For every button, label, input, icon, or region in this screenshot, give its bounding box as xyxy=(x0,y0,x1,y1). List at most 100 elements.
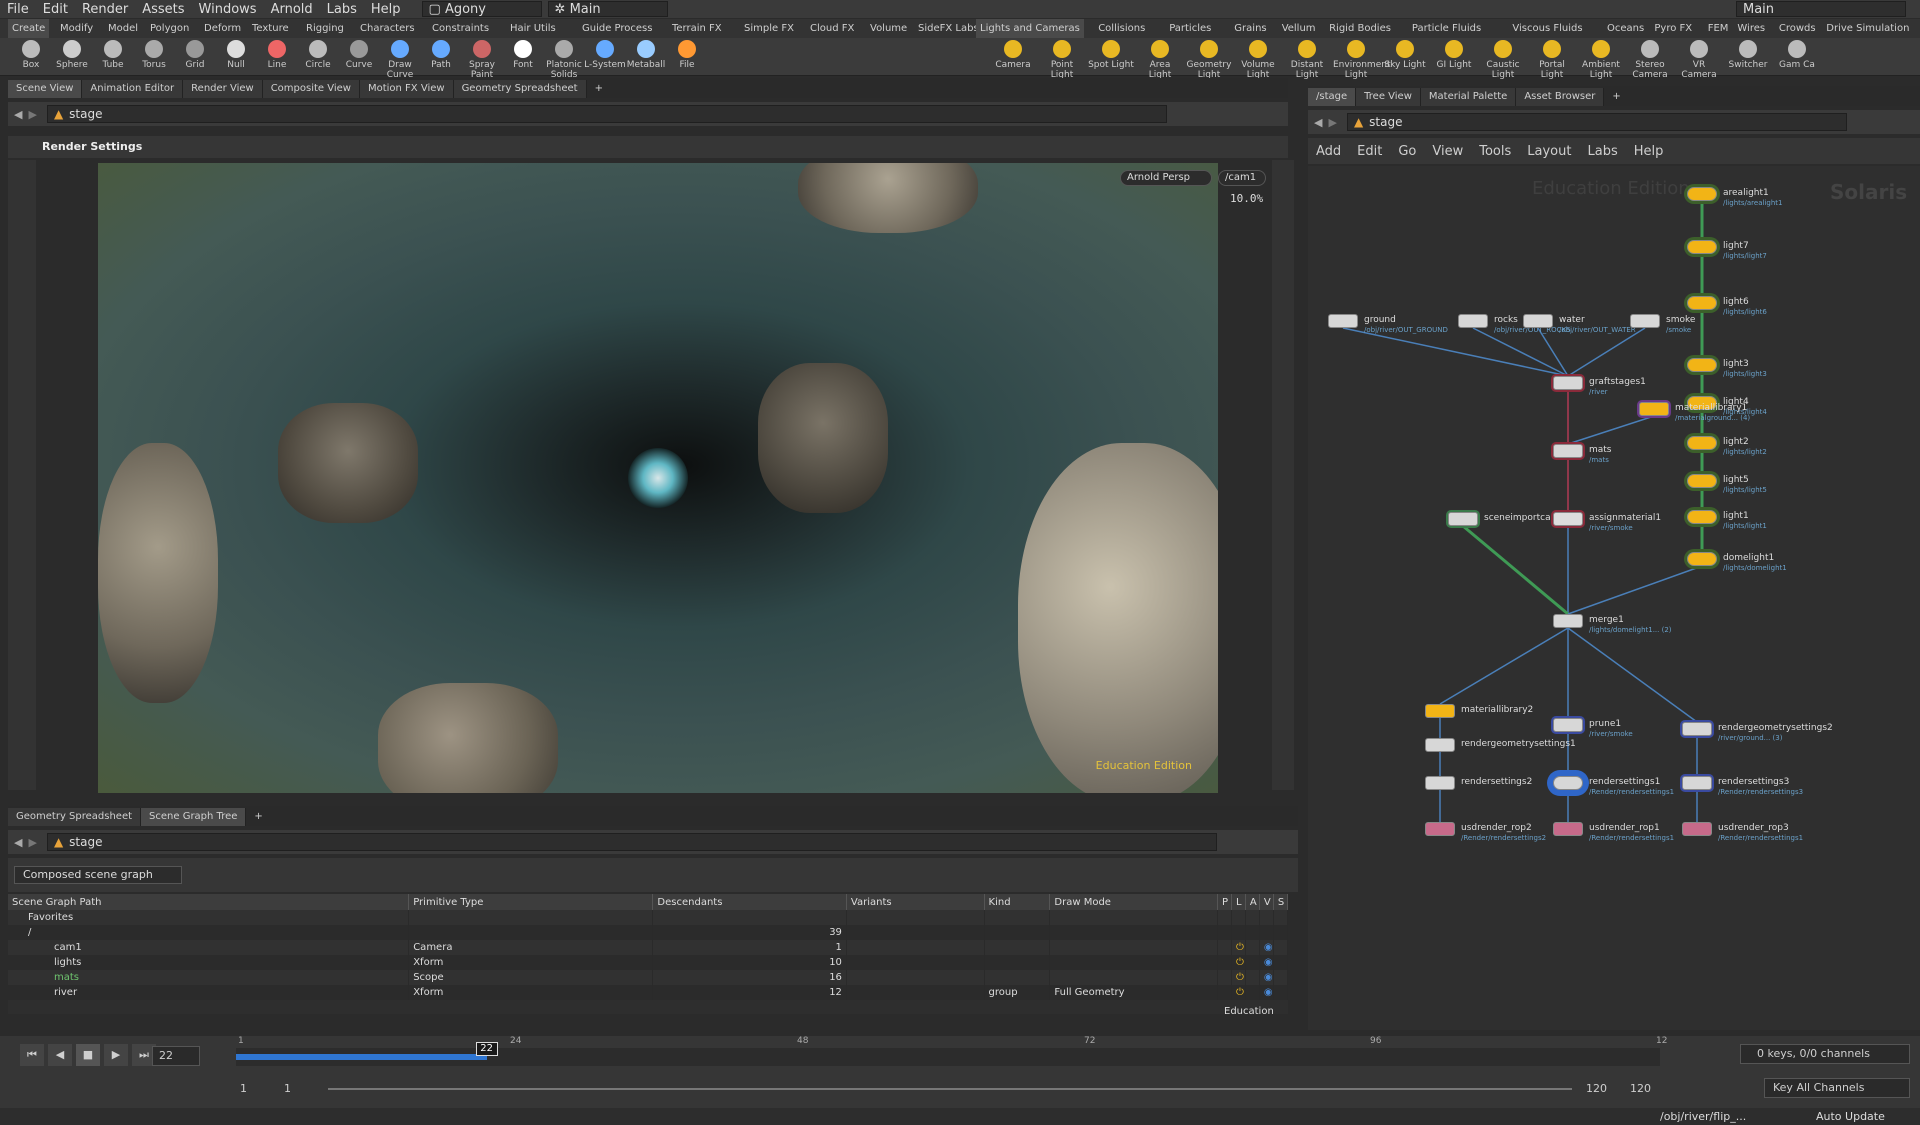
play-reverse-icon[interactable]: ◀ xyxy=(48,1044,72,1066)
node-light7[interactable] xyxy=(1687,240,1717,254)
stop-icon[interactable]: ■ xyxy=(76,1044,100,1066)
node-graftstages1[interactable] xyxy=(1553,376,1583,390)
renderer-select[interactable]: Arnold Persp xyxy=(1120,170,1212,186)
shelf-tool[interactable]: Box xyxy=(8,40,54,70)
node-rocks[interactable] xyxy=(1458,314,1488,328)
shelf-tab[interactable]: Polygon xyxy=(146,19,193,38)
col-draw-mode[interactable]: Draw Mode xyxy=(1049,894,1218,910)
toggle-cell[interactable] xyxy=(1259,910,1274,925)
node-assignmaterial1[interactable] xyxy=(1553,512,1583,526)
node-ground[interactable] xyxy=(1328,314,1358,328)
shelf-tab[interactable]: SideFX Labs xyxy=(914,19,983,38)
shelf-tool[interactable]: Camera xyxy=(990,40,1036,70)
network-editor[interactable]: Education Edition Solaris arealight1/lig… xyxy=(1308,166,1920,1030)
net-menu-help[interactable]: Help xyxy=(1626,144,1672,159)
shelf-tool[interactable]: Volume Light xyxy=(1235,40,1281,80)
shelf-tab[interactable]: Volume xyxy=(866,19,911,38)
menu-help[interactable]: Help xyxy=(364,2,408,17)
table-row[interactable]: / 39 xyxy=(8,925,1288,940)
shelf-tab[interactable]: Modify xyxy=(56,19,97,38)
path-field[interactable]: ▲ stage xyxy=(1346,113,1847,131)
node-sceneimportcameras1[interactable] xyxy=(1448,512,1478,526)
shelf-tool[interactable]: Null xyxy=(213,40,259,70)
node-rendergeometrysettings1[interactable] xyxy=(1425,738,1455,752)
shelf-tab[interactable]: Pyro FX xyxy=(1650,19,1696,38)
current-frame-field[interactable]: 22 xyxy=(152,1046,200,1066)
tab-geometry-spreadsheet[interactable]: Geometry Spreadsheet xyxy=(453,80,587,98)
shelf-tool[interactable]: File xyxy=(664,40,710,70)
shelf-tool[interactable]: Grid xyxy=(172,40,218,70)
range-end-2[interactable]: 120 xyxy=(1630,1082,1651,1095)
shelf-tool[interactable]: L-System xyxy=(582,40,628,70)
range-slider[interactable] xyxy=(328,1088,1572,1090)
shelf-tool[interactable]: Portal Light xyxy=(1529,40,1575,80)
range-end[interactable]: 120 xyxy=(1586,1082,1607,1095)
table-row[interactable]: lights Xform 10 ⏻ ◉ xyxy=(8,955,1288,970)
shelf-tool[interactable]: Circle xyxy=(295,40,341,70)
toggle-cell[interactable] xyxy=(1273,985,1288,1000)
keys-channels-field[interactable]: 0 keys, 0/0 channels xyxy=(1740,1044,1910,1064)
back-arrow-icon[interactable]: ◀ xyxy=(1314,116,1322,129)
shelf-tool[interactable]: VR Camera xyxy=(1676,40,1722,80)
shelf-tab[interactable]: Rigging xyxy=(302,19,348,38)
play-icon[interactable]: ▶ xyxy=(104,1044,128,1066)
menu-render[interactable]: Render xyxy=(75,2,135,17)
toggle-cell[interactable] xyxy=(1217,955,1232,970)
shelf-tool[interactable]: Area Light xyxy=(1137,40,1183,80)
node-domelight1[interactable] xyxy=(1687,552,1717,566)
shelf-tool[interactable]: Line xyxy=(254,40,300,70)
shelf-tab[interactable]: Model xyxy=(104,19,142,38)
shelf-tool[interactable]: Gam Ca xyxy=(1774,40,1820,70)
shelf-tab[interactable]: Texture xyxy=(248,19,293,38)
jump-start-icon[interactable]: ⏮ xyxy=(20,1044,44,1066)
node-usdrender_rop1[interactable] xyxy=(1553,822,1583,836)
node-smoke[interactable] xyxy=(1630,314,1660,328)
toggle-cell[interactable] xyxy=(1217,940,1232,955)
add-tab-button[interactable]: + xyxy=(246,808,270,826)
shelf-tool[interactable]: Caustic Light xyxy=(1480,40,1526,80)
shelf-tab[interactable]: Lights and Cameras xyxy=(976,19,1084,38)
shelf-tab[interactable]: Crowds xyxy=(1775,19,1820,38)
forward-arrow-icon[interactable]: ▶ xyxy=(28,836,36,849)
node-arealight1[interactable] xyxy=(1687,187,1717,201)
tab-material-palette[interactable]: Material Palette xyxy=(1420,88,1517,106)
context-select[interactable]: ✲ Main xyxy=(547,1,668,17)
node-usdrender_rop3[interactable] xyxy=(1682,822,1712,836)
shelf-tab[interactable]: Vellum xyxy=(1278,19,1320,38)
col-kind[interactable]: Kind xyxy=(984,894,1051,910)
tab-composite-view[interactable]: Composite View xyxy=(262,80,360,98)
tab-render-view[interactable]: Render View xyxy=(183,80,263,98)
tab-stage[interactable]: /stage xyxy=(1308,88,1357,106)
tab-scene-graph-tree[interactable]: Scene Graph Tree xyxy=(141,808,247,826)
toggle-cell[interactable] xyxy=(1245,955,1260,970)
toggle-cell[interactable]: ⏻ xyxy=(1231,955,1246,970)
net-menu-add[interactable]: Add xyxy=(1308,144,1349,159)
shelf-tool[interactable]: Sphere xyxy=(49,40,95,70)
toggle-cell[interactable] xyxy=(1273,925,1288,940)
tab-animation-editor[interactable]: Animation Editor xyxy=(82,80,184,98)
toggle-cell[interactable]: ⏻ xyxy=(1231,940,1246,955)
toggle-cell[interactable] xyxy=(1245,970,1260,985)
viewport[interactable]: Education Edition xyxy=(98,163,1218,793)
toggle-cell[interactable] xyxy=(1245,910,1260,925)
toggle-cell[interactable]: ◉ xyxy=(1259,940,1274,955)
net-menu-labs[interactable]: Labs xyxy=(1579,144,1625,159)
forward-arrow-icon[interactable]: ▶ xyxy=(28,108,36,121)
table-row[interactable]: river Xform 12 group Full Geometry ⏻ ◉ xyxy=(8,985,1288,1000)
shelf-tool[interactable]: Tube xyxy=(90,40,136,70)
node-prune1[interactable] xyxy=(1553,718,1583,732)
node-rendersettings1[interactable] xyxy=(1553,776,1583,790)
toggle-cell[interactable] xyxy=(1231,910,1246,925)
col-p[interactable]: P xyxy=(1217,894,1232,910)
shelf-tool[interactable]: Point Light xyxy=(1039,40,1085,80)
toggle-cell[interactable] xyxy=(1217,970,1232,985)
col-s[interactable]: S xyxy=(1273,894,1288,910)
node-usdrender_rop2[interactable] xyxy=(1425,822,1455,836)
shelf-tool[interactable]: Curve xyxy=(336,40,382,70)
shelf-tab[interactable]: Cloud FX xyxy=(806,19,858,38)
shelf-tool[interactable]: Path xyxy=(418,40,464,70)
shelf-tool[interactable]: Stereo Camera xyxy=(1627,40,1673,80)
toggle-cell[interactable] xyxy=(1273,955,1288,970)
toggle-cell[interactable] xyxy=(1231,925,1246,940)
node-rendersettings2[interactable] xyxy=(1425,776,1455,790)
